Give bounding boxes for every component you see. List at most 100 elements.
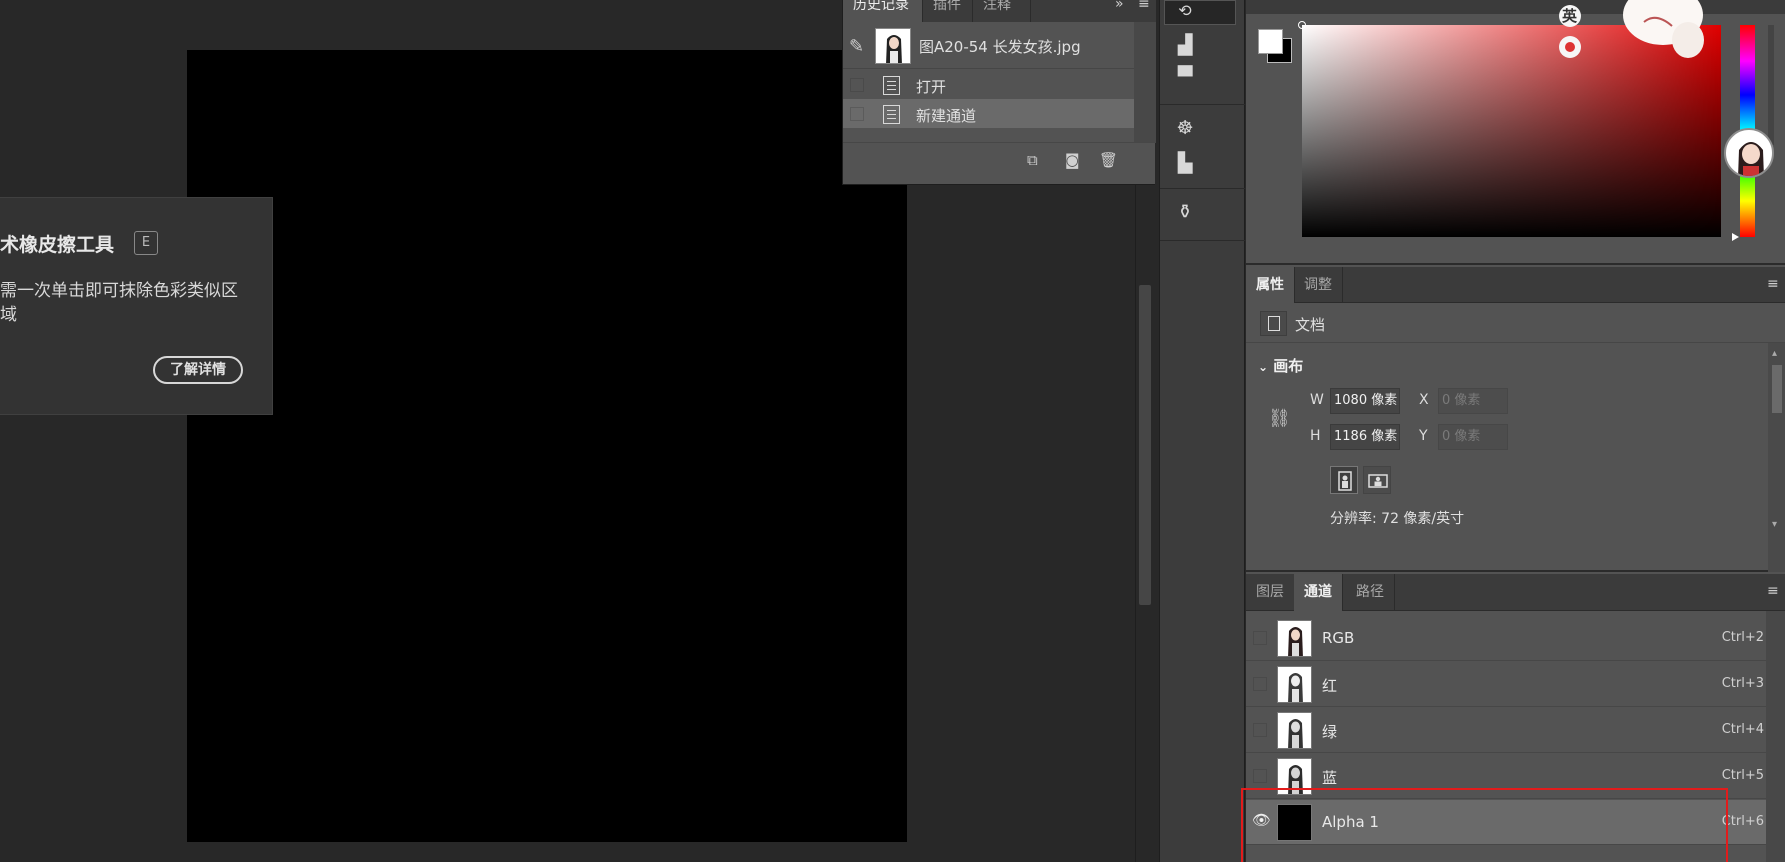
canvas-section-title: 画布 [1273, 357, 1304, 375]
tab-adjustments[interactable]: 调整 [1294, 267, 1343, 303]
link-chain-icon[interactable]: ⛓ [1268, 408, 1291, 429]
new-doc-from-state-icon[interactable]: ⧉ [1027, 151, 1038, 169]
history-brush-icon[interactable]: ✎ [849, 36, 864, 57]
trash-icon[interactable]: 🗑 [1099, 151, 1118, 169]
color-panel: 英 [1246, 0, 1785, 265]
history-item-open[interactable]: 打开 [843, 70, 1134, 99]
channel-name: 蓝 [1322, 769, 1338, 787]
history-state-checkbox[interactable] [850, 107, 864, 121]
channel-row-rgb[interactable]: RGB Ctrl+2 [1246, 616, 1766, 661]
tooltip-shortcut-key: E [134, 231, 158, 255]
channel-shortcut: Ctrl+5 [1721, 768, 1764, 783]
canvas-width-field[interactable]: 1080 像素 [1330, 388, 1400, 414]
channel-row-green[interactable]: 绿 Ctrl+4 [1246, 708, 1766, 753]
properties-scroll-thumb[interactable] [1772, 365, 1782, 413]
properties-tab-bar: 属性 调整 ≡ [1246, 267, 1785, 303]
channel-thumbnail [1277, 712, 1312, 749]
history-state-icon [883, 76, 900, 95]
highlight-box [1241, 788, 1728, 862]
histogram-icon[interactable]: ▙ [1170, 152, 1200, 174]
ime-sticker-overlay: 英 [1548, 0, 1708, 60]
x-label: X [1419, 392, 1429, 408]
canvas-height-field[interactable]: 1186 像素 [1330, 424, 1400, 450]
history-item-label: 打开 [916, 78, 947, 96]
channel-thumbnail [1277, 666, 1312, 703]
color-panel-side-track [1768, 25, 1774, 145]
plugin-panel-icon[interactable]: ▟ [1170, 34, 1200, 56]
dock-separator [1160, 104, 1246, 105]
panel-collapse-icon[interactable]: » [1115, 0, 1124, 12]
document-type-row: 文档 [1246, 303, 1785, 343]
history-item-label: 新建通道 [916, 107, 977, 125]
snapshot-thumbnail [875, 28, 911, 64]
dock-separator [1160, 188, 1246, 189]
channel-shortcut: Ctrl+3 [1721, 676, 1764, 691]
landscape-icon [1368, 474, 1388, 488]
camera-icon[interactable]: ◙ [1065, 151, 1080, 169]
channel-row-red[interactable]: 红 Ctrl+3 [1246, 662, 1766, 707]
clone-source-icon[interactable]: ⚱ [1170, 201, 1200, 223]
comment-icon[interactable]: ▀ [1170, 66, 1200, 88]
hue-slider-marker[interactable] [1732, 233, 1739, 241]
tool-tooltip-card: 术橡皮擦工具 E 需一次单击即可抹除色彩类似区域 了解详情 [0, 197, 273, 415]
canvas-x-field[interactable]: 0 像素 [1438, 388, 1508, 414]
learn-more-button[interactable]: 了解详情 [153, 356, 243, 384]
channel-name: RGB [1322, 629, 1355, 647]
portrait-icon [1338, 471, 1352, 491]
channel-visibility-toggle[interactable] [1253, 723, 1267, 737]
dock-active-button[interactable]: ⟲ [1164, 0, 1236, 25]
color-picker-cursor[interactable] [1298, 21, 1306, 29]
history-footer-bar: ⧉ ◙ 🗑 [843, 142, 1156, 174]
right-panel-column: 英 属性 调整 ≡ 文档 ⌄ 画布 ⛓ W 1080 像素 H 1186 像素 … [1246, 0, 1785, 862]
channel-name: 红 [1322, 677, 1338, 695]
history-state-checkbox[interactable] [850, 78, 864, 92]
channel-visibility-toggle[interactable] [1253, 631, 1267, 645]
tab-plugins[interactable]: 插件 [923, 0, 973, 22]
tab-paths[interactable]: 路径 [1346, 574, 1395, 611]
snapshot-label: 图A20-54 长发女孩.jpg [919, 38, 1081, 56]
panel-icon-dock: ⟲ ▟ ▀ ☸ ▙ ⚱ [1159, 0, 1246, 862]
avatar [1724, 128, 1774, 178]
channel-visibility-toggle[interactable] [1253, 677, 1267, 691]
canvas-section-header[interactable]: ⌄ 画布 [1258, 355, 1303, 376]
channels-tab-bar: 图层 通道 路径 ≡ [1246, 574, 1785, 611]
photoshop-window: 术橡皮擦工具 E 需一次单击即可抹除色彩类似区域 了解详情 历史记录 插件 注释… [0, 0, 1785, 862]
tab-layers[interactable]: 图层 [1246, 574, 1295, 611]
history-tab-bar: 历史记录 插件 注释 » ≡ [843, 0, 1156, 22]
tab-properties[interactable]: 属性 [1246, 267, 1295, 303]
tooltip-title: 术橡皮擦工具 [0, 234, 115, 256]
history-item-new-channel[interactable]: 新建通道 [843, 99, 1134, 128]
document-label: 文档 [1295, 316, 1326, 334]
canvas-scroll-thumb[interactable] [1139, 285, 1151, 605]
resolution-readout: 分辨率: 72 像素/英寸 [1330, 511, 1465, 527]
tooltip-description: 需一次单击即可抹除色彩类似区域 [0, 281, 238, 325]
tab-history[interactable]: 历史记录 [843, 0, 923, 22]
scroll-down-arrow-icon[interactable]: ▾ [1772, 519, 1777, 530]
portrait-orientation-button[interactable] [1330, 466, 1358, 494]
navigator-wheel-icon[interactable]: ☸ [1170, 117, 1200, 139]
channel-shortcut: Ctrl+4 [1721, 722, 1764, 737]
tab-channels[interactable]: 通道 [1294, 574, 1343, 611]
history-scrollbar[interactable] [1134, 22, 1156, 142]
history-panel-icon[interactable]: ⟲ [1170, 1, 1200, 20]
y-label: Y [1419, 428, 1428, 444]
scroll-up-arrow-icon[interactable]: ▴ [1772, 348, 1777, 359]
document-icon [1260, 311, 1287, 336]
channels-scrollbar[interactable] [1766, 611, 1785, 862]
panel-menu-icon[interactable]: ≡ [1138, 0, 1150, 12]
tab-notes[interactable]: 注释 [973, 0, 1031, 22]
chevron-down-icon[interactable]: ⌄ [1258, 360, 1268, 374]
panel-menu-icon[interactable]: ≡ [1767, 276, 1779, 292]
ime-language-label: 英 [1562, 7, 1578, 25]
channel-shortcut: Ctrl+6 [1721, 814, 1764, 829]
channel-visibility-toggle[interactable] [1253, 769, 1267, 783]
history-state-icon [883, 105, 900, 124]
landscape-orientation-button[interactable] [1363, 466, 1391, 494]
document-canvas[interactable] [187, 50, 907, 842]
panel-menu-icon[interactable]: ≡ [1767, 583, 1779, 599]
channel-name: 绿 [1322, 723, 1338, 741]
canvas-y-field[interactable]: 0 像素 [1438, 424, 1508, 450]
foreground-color-swatch[interactable] [1258, 29, 1283, 54]
channel-thumbnail [1277, 620, 1312, 657]
history-snapshot-row[interactable]: ✎ 图A20-54 长发女孩.jpg [843, 22, 1134, 69]
